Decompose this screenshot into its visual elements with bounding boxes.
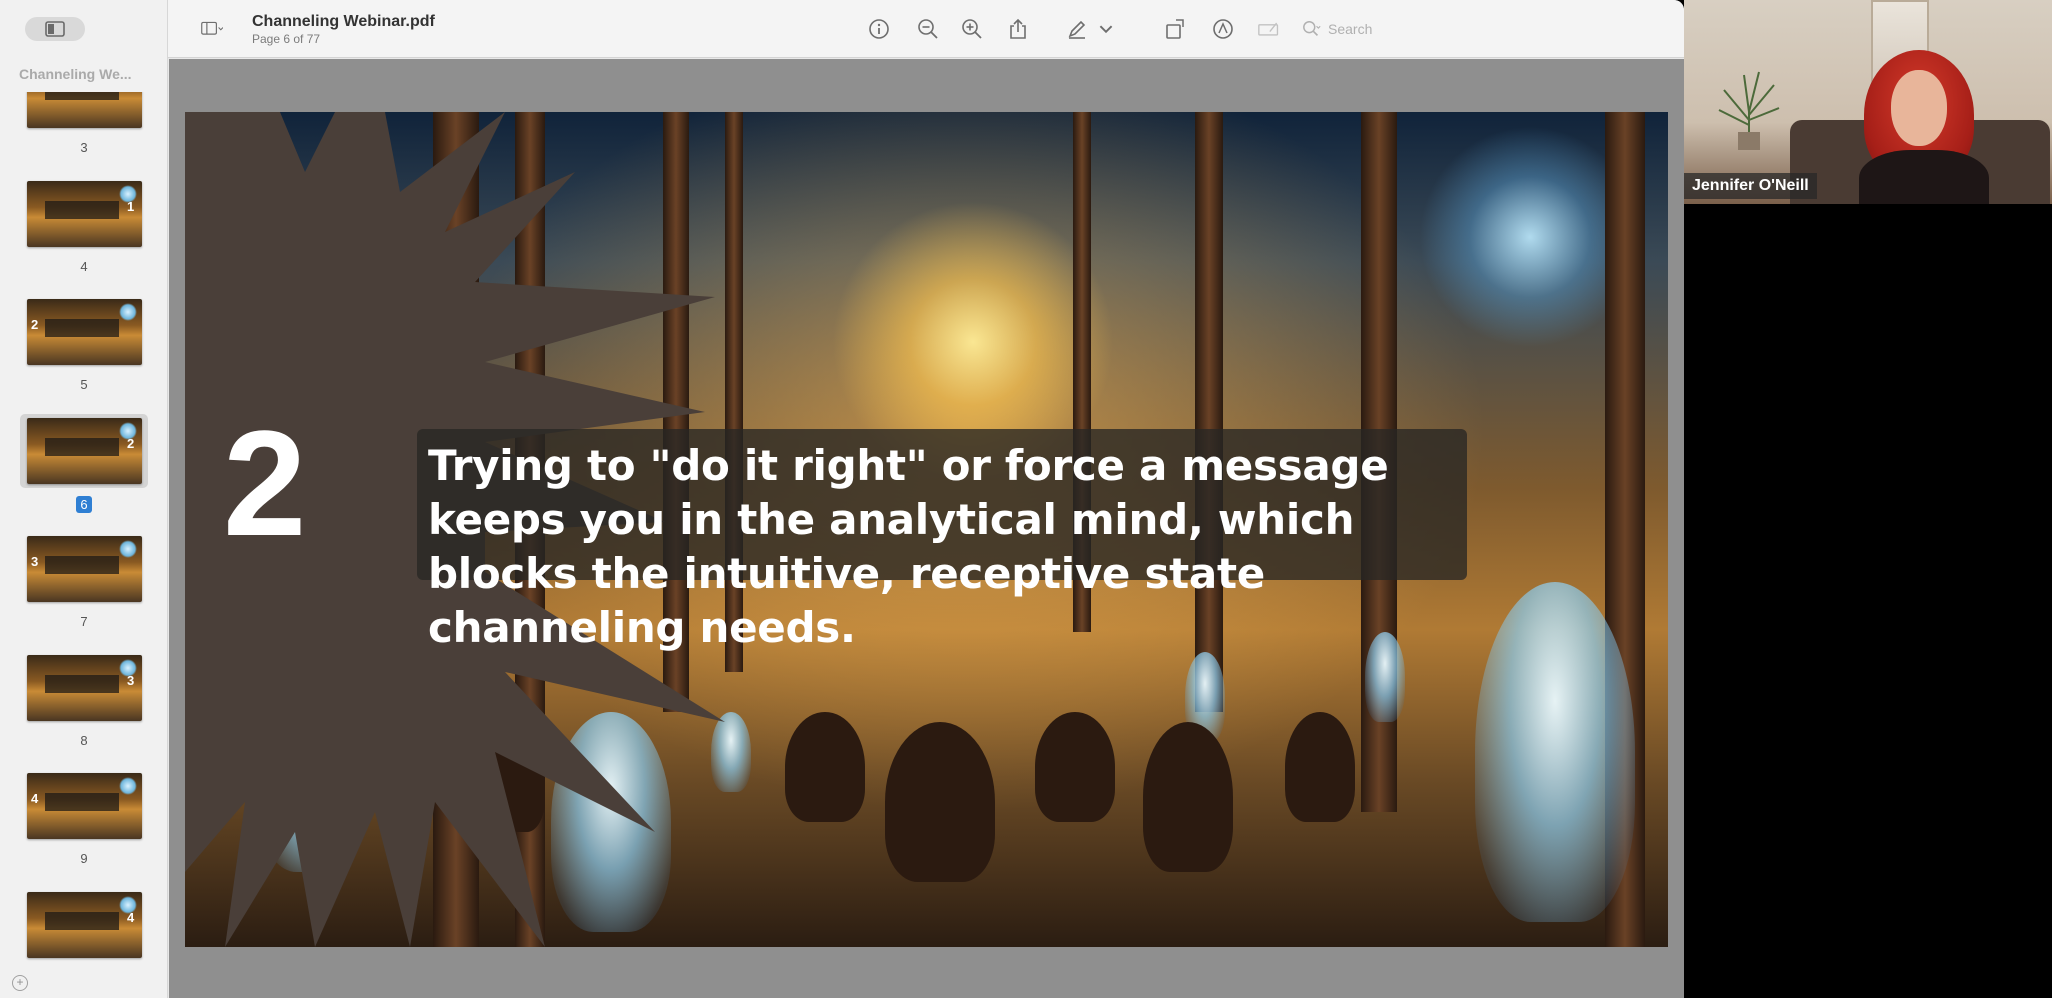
document-canvas[interactable]: 2 Trying to "do it right" or force a mes… [169,59,1684,998]
thumbnail-image: 3 [27,536,142,602]
search-placeholder: Search [1328,21,1373,37]
thumbnail-list[interactable]: 13142526373849410 [0,92,168,962]
thumbnail-text-band [45,319,119,337]
toolbar: Channeling Webinar.pdf Page 6 of 77 Sear… [168,0,1684,58]
search-icon [1303,21,1321,36]
thumbnail-page-number: 4 [80,258,88,274]
page-thumbnail[interactable]: 25 [0,299,168,417]
thumbnail-glow [119,777,137,795]
markup-pen-icon [1068,20,1086,39]
participant-face [1891,70,1947,146]
meditating-figure [1143,722,1233,872]
thumbnail-image: 1 [27,92,142,128]
thumbnail-image: 4 [27,891,142,958]
thumbnail-page-number: 8 [80,732,88,748]
thumbnail-text-band [45,556,119,574]
page-thumbnail[interactable]: 49 [0,773,168,891]
sidebar-icon [45,21,65,37]
slide-section-number: 2 [223,399,307,567]
form-fill-icon [1258,22,1279,36]
sidebar-document-title: Channeling We... [19,66,132,82]
zoom-in-button[interactable] [959,16,985,42]
slide-page: 2 Trying to "do it right" or force a mes… [185,112,1668,947]
annotate-button[interactable] [1210,16,1236,42]
slide-body-text: Trying to "do it right" or force a messa… [428,441,1389,652]
thumbnail-page-number: 9 [80,851,88,866]
meditating-figure [1035,712,1115,822]
markup-dropdown-button[interactable] [1099,16,1113,42]
sidebar-toggle-icon [201,21,223,35]
slide-text-box: Trying to "do it right" or force a messa… [417,429,1467,652]
zoom-out-button[interactable] [915,16,941,42]
thumbnail-slide-number: 3 [127,672,135,688]
add-page-icon[interactable]: + [12,975,28,991]
info-button[interactable] [866,16,892,42]
thumbnail-page-number: 3 [80,140,88,155]
thumbnail-slide-number: 3 [31,554,39,569]
thumbnail-text-band [45,793,119,811]
thumbnail-image: 2 [27,299,142,365]
page-thumbnail[interactable]: 37 [0,536,168,654]
thumbnail-image: 1 [27,180,142,247]
thumbnail-slide-number: 4 [127,909,135,925]
thumbnail-page-number: 7 [80,614,88,629]
page-indicator: Page 6 of 77 [252,32,321,46]
thumbnail-image: 2 [27,417,142,484]
participant-body [1859,150,1989,204]
document-title: Channeling Webinar.pdf [252,13,435,30]
preview-window: Channeling We... 13142526373849410 + Cha… [0,0,1684,998]
sidebar-toggle-button[interactable] [192,16,232,42]
thumbnail-page-number: 6 [0,495,168,513]
rotate-icon [1166,19,1184,39]
participant-name-tag: Jennifer O'Neill [1684,173,1817,199]
search-field[interactable]: Search [1302,16,1452,42]
thumbnail-slide-number: 4 [31,791,39,806]
thumbnail-image: 3 [27,654,142,721]
markup-button[interactable] [1064,16,1090,42]
chevron-down-icon [1099,25,1113,34]
page-thumbnail[interactable]: 26 [0,413,168,536]
share-button[interactable] [1005,16,1031,42]
thumbnail-slide-number: 1 [127,92,134,95]
page-thumbnail[interactable]: 14 [0,180,168,299]
thumbnail-page-number: 5 [80,377,88,392]
thumbnail-sidebar: Channeling We... 13142526373849410 + [0,0,168,998]
thumbnail-slide-number: 2 [127,435,135,451]
thumbnail-glow [119,540,137,558]
rotate-button[interactable] [1162,16,1188,42]
thumbnail-text-band [45,92,119,100]
page-thumbnail[interactable]: 38 [0,654,168,773]
thumbnail-glow [119,303,137,321]
thumbnail-text-band [45,200,119,219]
share-icon [1010,18,1026,39]
info-icon [869,19,889,39]
sidebar-view-button[interactable] [25,17,85,41]
thumbnail-slide-number: 2 [31,317,39,332]
thumbnail-text-band [45,674,119,693]
page-thumbnail[interactable]: 13 [0,92,168,180]
thumbnail-image: 4 [27,773,142,839]
thumbnail-slide-number: 1 [127,198,135,214]
zoom-in-icon [962,19,982,39]
form-fill-button[interactable] [1254,16,1284,42]
page-thumbnail[interactable]: 410 [0,891,168,963]
glowing-spirit [1475,582,1635,922]
thumbnail-text-band [45,437,119,456]
zoom-out-icon [918,19,938,39]
meditating-figure [1285,712,1355,822]
plant-decor [1718,71,1780,150]
thumbnail-text-band [45,911,119,930]
webcam-feed: Jennifer O'Neill [1684,0,2052,204]
annotate-icon [1213,19,1233,39]
